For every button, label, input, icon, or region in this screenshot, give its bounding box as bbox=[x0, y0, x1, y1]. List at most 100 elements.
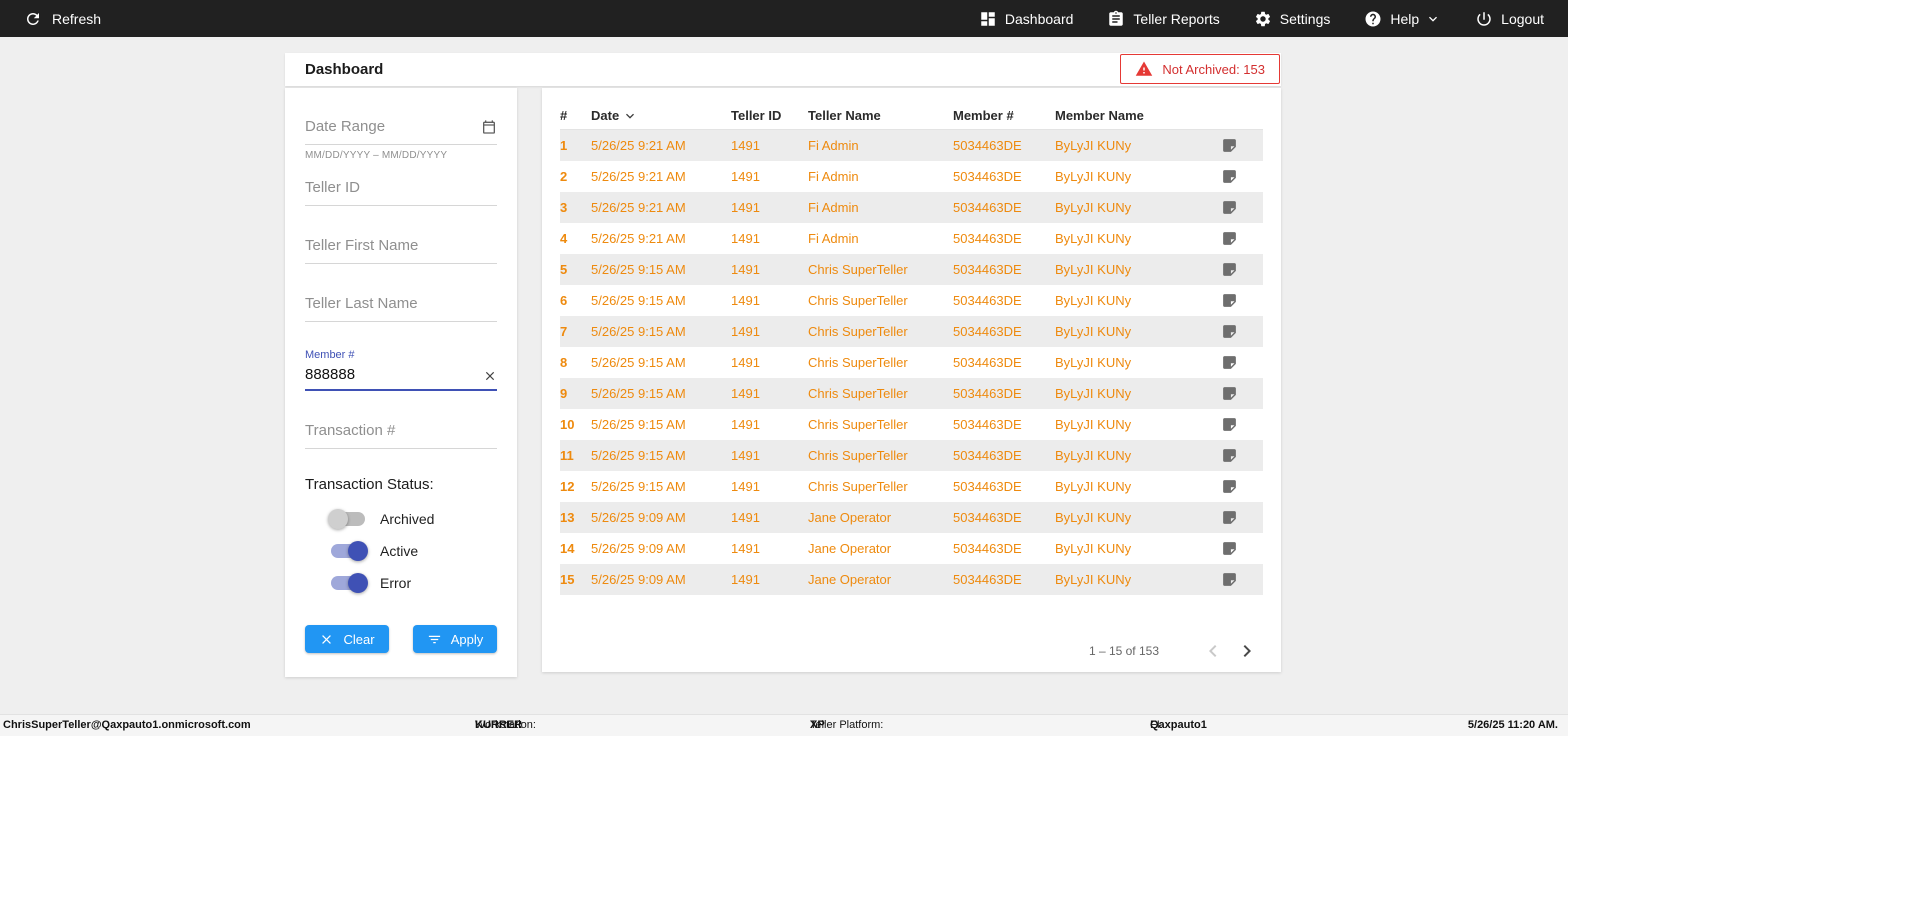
table-body: 1 5/26/25 9:21 AM 1491 Fi Admin 5034463D… bbox=[560, 130, 1263, 595]
row-member-number: 5034463DE bbox=[953, 572, 1022, 587]
table-row[interactable]: 2 5/26/25 9:21 AM 1491 Fi Admin 5034463D… bbox=[560, 161, 1263, 192]
row-number: 4 bbox=[560, 231, 568, 246]
table-row[interactable]: 12 5/26/25 9:15 AM 1491 Chris SuperTelle… bbox=[560, 471, 1263, 502]
teller-id-input[interactable] bbox=[305, 175, 497, 206]
note-icon[interactable] bbox=[1221, 261, 1238, 278]
note-icon[interactable] bbox=[1221, 230, 1238, 247]
sort-desc-icon bbox=[622, 108, 638, 124]
table-row[interactable]: 8 5/26/25 9:15 AM 1491 Chris SuperTeller… bbox=[560, 347, 1263, 378]
row-member-name: ByLyJI KUNy bbox=[1055, 479, 1132, 494]
note-icon[interactable] bbox=[1221, 416, 1238, 433]
row-teller-name: Fi Admin bbox=[808, 231, 859, 246]
table-row[interactable]: 1 5/26/25 9:21 AM 1491 Fi Admin 5034463D… bbox=[560, 130, 1263, 161]
row-number: 3 bbox=[560, 200, 568, 215]
note-icon[interactable] bbox=[1221, 385, 1238, 402]
apply-button[interactable]: Apply bbox=[413, 625, 497, 653]
row-member-name: ByLyJI KUNy bbox=[1055, 572, 1132, 587]
nav-help[interactable]: Help bbox=[1364, 10, 1441, 28]
note-icon[interactable] bbox=[1221, 199, 1238, 216]
member-number-input[interactable] bbox=[305, 362, 497, 391]
note-icon[interactable] bbox=[1221, 447, 1238, 464]
note-icon[interactable] bbox=[1221, 354, 1238, 371]
clear-member-icon[interactable] bbox=[483, 369, 497, 383]
row-number: 12 bbox=[560, 479, 575, 494]
table-row[interactable]: 14 5/26/25 9:09 AM 1491 Jane Operator 50… bbox=[560, 533, 1263, 564]
table-row[interactable]: 15 5/26/25 9:09 AM 1491 Jane Operator 50… bbox=[560, 564, 1263, 595]
row-member-number: 5034463DE bbox=[953, 231, 1022, 246]
row-teller-name: Chris SuperTeller bbox=[808, 448, 908, 463]
table-row[interactable]: 3 5/26/25 9:21 AM 1491 Fi Admin 5034463D… bbox=[560, 192, 1263, 223]
refresh-button[interactable]: Refresh bbox=[24, 10, 101, 28]
table-row[interactable]: 9 5/26/25 9:15 AM 1491 Chris SuperTeller… bbox=[560, 378, 1263, 409]
status-toggle-group: Archived Active Error bbox=[305, 509, 497, 593]
apply-button-label: Apply bbox=[450, 631, 484, 647]
row-number: 14 bbox=[560, 541, 575, 556]
toggle-switch[interactable] bbox=[331, 541, 368, 561]
date-range-input[interactable] bbox=[305, 114, 497, 145]
teller-last-name-input[interactable] bbox=[305, 291, 497, 322]
row-member-number: 5034463DE bbox=[953, 541, 1022, 556]
table-row[interactable]: 11 5/26/25 9:15 AM 1491 Chris SuperTelle… bbox=[560, 440, 1263, 471]
next-page-icon[interactable] bbox=[1235, 639, 1259, 663]
nav-logout[interactable]: Logout bbox=[1475, 10, 1544, 28]
row-member-name: ByLyJI KUNy bbox=[1055, 200, 1132, 215]
status-toggle[interactable]: Active bbox=[331, 541, 497, 561]
row-teller-name: Chris SuperTeller bbox=[808, 324, 908, 339]
row-date: 5/26/25 9:15 AM bbox=[591, 417, 686, 432]
calendar-icon[interactable] bbox=[481, 119, 497, 135]
note-icon[interactable] bbox=[1221, 137, 1238, 154]
top-bar: Refresh Dashboard Teller Reports Setting… bbox=[0, 0, 1568, 37]
column-teller-name: Teller Name bbox=[808, 108, 881, 123]
row-date: 5/26/25 9:15 AM bbox=[591, 355, 686, 370]
note-icon[interactable] bbox=[1221, 323, 1238, 340]
row-teller-id: 1491 bbox=[731, 510, 760, 525]
note-icon[interactable] bbox=[1221, 571, 1238, 588]
row-teller-id: 1491 bbox=[731, 262, 760, 277]
nav-logout-label: Logout bbox=[1501, 10, 1544, 27]
table-row[interactable]: 13 5/26/25 9:09 AM 1491 Jane Operator 50… bbox=[560, 502, 1263, 533]
row-member-name: ByLyJI KUNy bbox=[1055, 355, 1132, 370]
column-date-label: Date bbox=[591, 108, 620, 123]
nav-dashboard[interactable]: Dashboard bbox=[979, 10, 1073, 28]
filter-icon bbox=[427, 632, 442, 647]
table-row[interactable]: 6 5/26/25 9:15 AM 1491 Chris SuperTeller… bbox=[560, 285, 1263, 316]
note-icon[interactable] bbox=[1221, 509, 1238, 526]
table-row[interactable]: 7 5/26/25 9:15 AM 1491 Chris SuperTeller… bbox=[560, 316, 1263, 347]
column-date-sort[interactable]: Date bbox=[591, 108, 731, 124]
nav-teller-reports[interactable]: Teller Reports bbox=[1107, 10, 1220, 28]
status-toggle[interactable]: Archived bbox=[328, 509, 497, 529]
row-teller-id: 1491 bbox=[731, 479, 760, 494]
transaction-number-input[interactable] bbox=[305, 418, 497, 449]
row-teller-id: 1491 bbox=[731, 448, 760, 463]
note-icon[interactable] bbox=[1221, 478, 1238, 495]
row-number: 7 bbox=[560, 324, 568, 339]
table-row[interactable]: 5 5/26/25 9:15 AM 1491 Chris SuperTeller… bbox=[560, 254, 1263, 285]
status-toggle[interactable]: Error bbox=[331, 573, 497, 593]
toggle-switch[interactable] bbox=[331, 573, 368, 593]
not-archived-label: Not Archived: 153 bbox=[1162, 61, 1265, 77]
row-teller-name: Chris SuperTeller bbox=[808, 386, 908, 401]
row-teller-id: 1491 bbox=[731, 293, 760, 308]
previous-page-icon[interactable] bbox=[1201, 639, 1225, 663]
row-teller-name: Fi Admin bbox=[808, 200, 859, 215]
note-icon[interactable] bbox=[1221, 292, 1238, 309]
row-date: 5/26/25 9:21 AM bbox=[591, 200, 686, 215]
teller-first-name-field bbox=[305, 233, 497, 264]
row-member-number: 5034463DE bbox=[953, 138, 1022, 153]
row-member-name: ByLyJI KUNy bbox=[1055, 262, 1132, 277]
chevron-down-icon bbox=[1425, 11, 1441, 27]
table-row[interactable]: 10 5/26/25 9:15 AM 1491 Chris SuperTelle… bbox=[560, 409, 1263, 440]
current-datetime: 5/26/25 11:20 AM. bbox=[1467, 719, 1558, 731]
note-icon[interactable] bbox=[1221, 540, 1238, 557]
table-row[interactable]: 4 5/26/25 9:21 AM 1491 Fi Admin 5034463D… bbox=[560, 223, 1263, 254]
not-archived-badge[interactable]: Not Archived: 153 bbox=[1120, 54, 1280, 84]
nav-teller-reports-label: Teller Reports bbox=[1133, 10, 1220, 27]
nav-settings[interactable]: Settings bbox=[1254, 10, 1330, 28]
clear-button[interactable]: Clear bbox=[305, 625, 389, 653]
close-icon bbox=[319, 632, 334, 647]
teller-first-name-input[interactable] bbox=[305, 233, 497, 264]
toggle-switch[interactable] bbox=[328, 509, 365, 529]
power-icon bbox=[1475, 10, 1493, 28]
note-icon[interactable] bbox=[1221, 168, 1238, 185]
row-member-name: ByLyJI KUNy bbox=[1055, 448, 1132, 463]
